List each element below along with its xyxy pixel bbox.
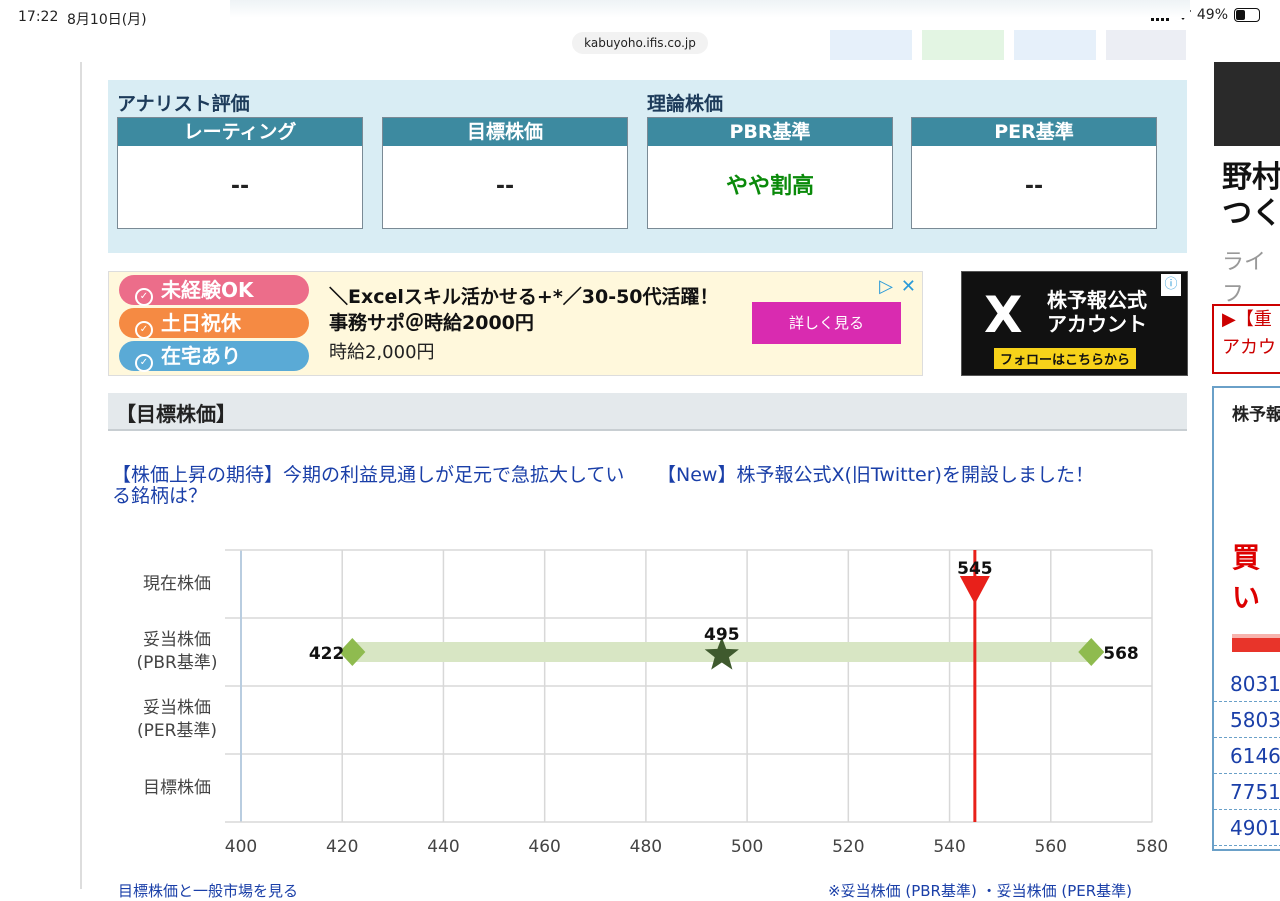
share-button-faint[interactable] [830, 30, 912, 60]
info-icon[interactable]: ⓘ [1161, 274, 1181, 296]
x-tick-label: 480 [629, 837, 663, 857]
article-sub: ライフ [1222, 250, 1267, 307]
x-tick-label: 460 [528, 837, 561, 857]
card-value: -- [230, 174, 250, 199]
stock-code-link[interactable]: 5803 [1214, 702, 1280, 738]
pbr-low-label: 422 [309, 644, 345, 664]
target-price-chart: 422 568 495 545 現在株価妥当株価 (PBR基準) 妥当株価 (PER基準) 目… [0, 540, 1200, 870]
ranking-box: 株予報 買い 8031 5803 6146 7751 4901 [1212, 386, 1280, 851]
article-title[interactable]: 野村 つく [1222, 160, 1280, 232]
current-price-label: 545 [957, 559, 993, 579]
x-tick-label: 500 [730, 837, 764, 857]
card-label: 目標株価 [383, 118, 627, 146]
ad-badge: ✓ 土日祝休 [119, 308, 309, 339]
ad-badge: ✓ 未経験OK [119, 275, 309, 306]
url-bar[interactable]: kabuyoho.ifis.co.jp [572, 32, 708, 54]
notice-box[interactable]: ▶【重 アカウ [1212, 304, 1280, 374]
theory-section-title: 理論株価 [647, 93, 724, 115]
x-tick-label: 400 [224, 837, 258, 857]
x-tick-label: 520 [832, 837, 865, 857]
x-follow-label[interactable]: フォローはこちらから [994, 348, 1137, 369]
buy-label: 買い [1232, 541, 1261, 614]
stock-code-link[interactable]: 4901 [1214, 810, 1280, 846]
check-icon: ✓ [135, 354, 153, 372]
x-tick-label: 440 [427, 837, 460, 857]
x-tick-label: 560 [1034, 837, 1067, 857]
card-label: PER基準 [912, 118, 1156, 146]
news-link-x-account[interactable]: 【New】株予報公式X(旧Twitter)を開設しました！ [657, 465, 1177, 486]
right-sidebar: 野村 つく ライフ ▶【重 アカウ 株予報 買い 8031 5803 6146 … [1212, 62, 1280, 889]
chart-row-label: 妥当株価 (PBR基準) [136, 630, 218, 673]
share-button-faint[interactable] [1014, 30, 1096, 60]
ad-subtext: 時給2,000円 [329, 342, 435, 363]
adchoices-icon[interactable]: ▷ [879, 276, 893, 297]
x-tick-label: 420 [325, 837, 359, 857]
share-button-faint[interactable] [922, 30, 1004, 60]
x-tick-label: 540 [933, 837, 966, 857]
ad-headline[interactable]: ＼Excelスキル活かせる+*／30-50代活躍！事務サポ＠時給2000円 [329, 284, 729, 336]
profile-photo [1214, 62, 1280, 146]
stock-code-link[interactable]: 6146 [1214, 738, 1280, 774]
pbr-card: PBR基準 やや割高 [647, 117, 893, 229]
battery-percent: 49% [1196, 7, 1228, 23]
target-price-card: 目標株価 -- [382, 117, 628, 229]
ranking-title: 株予報 [1232, 405, 1280, 425]
chart-row-label: 妥当株価 (PER基準) [136, 698, 218, 741]
rating-bar [1232, 634, 1280, 652]
stock-code-link[interactable]: 7751 [1214, 774, 1280, 810]
card-value: -- [495, 174, 515, 199]
x-account-ad[interactable]: X 株予報公式 アカウント フォローはこちらから ⓘ [961, 271, 1188, 376]
check-icon: ✓ [135, 288, 153, 306]
card-value: やや割高 [725, 174, 814, 199]
x-tick-label: 580 [1135, 837, 1169, 857]
top-fade [230, 0, 1190, 18]
card-label: PBR基準 [648, 118, 892, 146]
section-title: 【目標株価】 [116, 402, 236, 426]
per-card: PER基準 -- [911, 117, 1157, 229]
battery-icon [1234, 8, 1260, 22]
ad-controls: ▷ ✕ [879, 276, 916, 297]
chart-row-label: 現在株価 [143, 573, 211, 594]
chart-row-label: 目標株価 [143, 777, 211, 798]
stock-code-link[interactable]: 8031 [1214, 666, 1280, 702]
status-time: 17:22 [18, 9, 59, 25]
card-label: レーティング [118, 118, 362, 146]
pbr-mid-label: 495 [704, 625, 740, 645]
close-icon[interactable]: ✕ [901, 276, 916, 297]
rating-card: レーティング -- [117, 117, 363, 229]
check-icon: ✓ [135, 321, 153, 339]
pbr-high-label: 568 [1103, 644, 1139, 664]
x-logo-icon: X [984, 286, 1023, 344]
bottom-link-left[interactable]: 目標株価と一般市場を見る [118, 880, 298, 901]
status-date: 8月10日(月) [67, 12, 147, 28]
news-link-earnings[interactable]: 【株価上昇の期待】今期の利益見通しが足元で急拡大している銘柄は？ [112, 465, 642, 507]
share-button-faint[interactable] [1106, 30, 1186, 60]
target-price-section-header: 【目標株価】 [108, 393, 1187, 431]
x-ad-text: 株予報公式 アカウント [1047, 288, 1147, 336]
ad-badge: ✓ 在宅あり [119, 341, 309, 372]
analyst-section-title: アナリスト評価 [117, 93, 250, 115]
ad-badges: ✓ 未経験OK ✓ 土日祝休 ✓ 在宅あり [119, 275, 309, 374]
bottom-note-right: ※妥当株価 (PBR基準) ・妥当株価 (PER基準) [828, 882, 1132, 900]
card-value: -- [1024, 174, 1044, 199]
job-ad-banner[interactable]: ✓ 未経験OK ✓ 土日祝休 ✓ 在宅あり ＼Excelスキル活かせる+*／30-50… [108, 271, 923, 376]
ad-details-button[interactable]: 詳しく見る [752, 302, 901, 344]
